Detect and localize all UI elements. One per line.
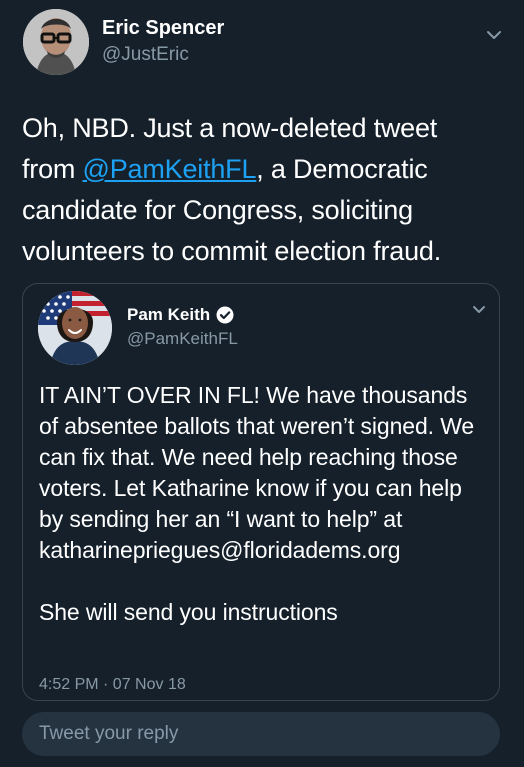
quoted-author-name[interactable]: Pam Keith xyxy=(127,305,210,325)
tweet-body: Oh, NBD. Just a now-deleted tweet from @… xyxy=(22,108,492,272)
verified-badge-icon xyxy=(216,306,234,324)
person-avatar-icon xyxy=(38,291,112,365)
author-name[interactable]: Eric Spencer xyxy=(102,16,224,40)
person-avatar-icon xyxy=(23,9,89,75)
mention-link[interactable]: @PamKeithFL xyxy=(83,154,257,184)
chevron-down-icon[interactable] xyxy=(470,301,488,319)
author-handle[interactable]: @JustEric xyxy=(102,43,189,67)
chevron-down-icon[interactable] xyxy=(484,25,504,45)
reply-input[interactable]: Tweet your reply xyxy=(22,712,500,756)
reply-bar: Tweet your reply xyxy=(0,701,524,767)
quoted-author-row: Pam Keith xyxy=(127,304,234,326)
quoted-tweet-card[interactable]: Pam Keith @PamKeithFL IT AIN’T OVER IN F… xyxy=(22,283,500,701)
eric-spencer-avatar[interactable] xyxy=(23,9,89,75)
tweet-detail-screen: Eric Spencer @JustEric Oh, NBD. Just a n… xyxy=(0,0,524,767)
tweet-header: Eric Spencer @JustEric xyxy=(0,0,524,90)
pam-keith-avatar[interactable] xyxy=(38,291,112,365)
quoted-tweet-text: IT AIN’T OVER IN FL! We have thousands o… xyxy=(39,382,475,625)
quoted-tweet-timestamp: 4:52 PM · 07 Nov 18 xyxy=(39,676,186,693)
quoted-author-handle[interactable]: @PamKeithFL xyxy=(127,329,238,349)
